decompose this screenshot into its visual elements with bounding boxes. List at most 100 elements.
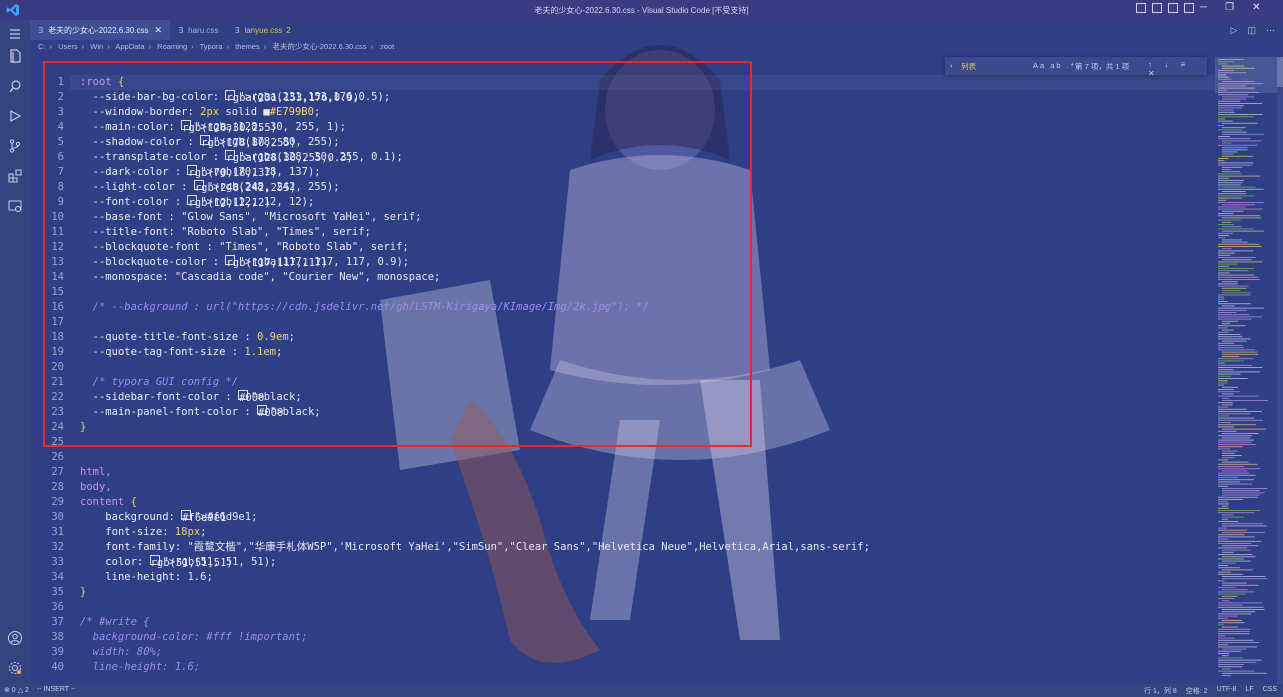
encoding-status[interactable]: UTF-8 (1217, 686, 1237, 696)
code-editor[interactable]: 1:root {2 --side-bar-bg-color: rgba(231,… (30, 57, 1215, 684)
line-number: 24 (51, 421, 64, 433)
breadcrumb-item[interactable]: Win (90, 42, 103, 51)
css-file-icon: ∃ (234, 25, 240, 35)
eol-status[interactable]: LF (1245, 686, 1253, 696)
tab-haru-css[interactable]: ∃ haru.css (170, 20, 226, 40)
find-navigation[interactable]: ↑ ↓ ≡ ✕ (1148, 60, 1207, 78)
close-tab-icon[interactable]: ✕ (155, 25, 163, 36)
toggle-replace-icon[interactable]: › (950, 61, 953, 70)
minimap-line (1218, 224, 1235, 225)
minimap-line (1218, 369, 1234, 371)
remote-explorer-icon[interactable] (7, 198, 23, 214)
current-line-highlight (70, 75, 1215, 90)
restore-button[interactable]: ❐ (1225, 2, 1234, 13)
problems-status[interactable]: ⊗ 0 △ 2 (4, 686, 29, 694)
breadcrumb-item[interactable]: Users (58, 42, 78, 51)
minimap-line (1218, 314, 1250, 316)
account-icon[interactable] (7, 630, 23, 646)
line-number: 3 (57, 106, 64, 118)
menu-icon[interactable] (7, 26, 23, 42)
split-editor-icon[interactable]: ◫ (1247, 25, 1256, 36)
toggle-secondary-sidebar-icon[interactable] (1168, 3, 1178, 13)
minimap-line (1218, 254, 1231, 256)
minimap-line (1222, 668, 1231, 670)
line-number: 2 (57, 91, 64, 103)
find-options[interactable]: Aa ab .* (1033, 61, 1076, 70)
source-control-icon[interactable] (7, 138, 23, 154)
minimap-line (1218, 362, 1225, 364)
explorer-icon[interactable] (7, 48, 23, 64)
layout-controls[interactable] (1136, 3, 1194, 13)
minimap[interactable] (1215, 57, 1277, 684)
language-mode-status[interactable]: CSS (1263, 686, 1277, 696)
minimap-line (1222, 545, 1259, 547)
tab-label: lanyue.css (244, 25, 283, 35)
code-text: font-size: 18px; (105, 526, 207, 538)
run-icon[interactable]: ▷ (1231, 25, 1238, 36)
settings-gear-icon[interactable] (7, 660, 23, 676)
minimap-line (1218, 303, 1251, 305)
find-widget: › 列表 Aa ab .* 第 7 项，共 1 项 ↑ ↓ ≡ ✕ (945, 57, 1207, 78)
indentation-status[interactable]: 空格: 2 (1186, 686, 1208, 696)
minimap-line (1218, 591, 1255, 593)
minimize-button[interactable]: ─ (1200, 2, 1207, 13)
minimap-line (1218, 468, 1261, 470)
code-text: --quote-title-font-size : 0.9em; (92, 331, 295, 343)
minimap-line (1218, 639, 1254, 641)
minimap-line (1222, 428, 1266, 430)
close-button[interactable]: ✕ (1252, 2, 1260, 13)
minimap-line (1222, 290, 1241, 291)
breadcrumb-item[interactable]: :root (379, 42, 394, 51)
breadcrumb-item[interactable]: C: (38, 42, 46, 51)
minimap-viewport[interactable] (1215, 57, 1277, 93)
customize-layout-icon[interactable] (1184, 3, 1194, 13)
minimap-line (1222, 397, 1229, 399)
more-actions-icon[interactable]: ··· (1266, 25, 1275, 36)
breadcrumb-item[interactable]: AppData (115, 42, 144, 51)
breadcrumb-item[interactable]: Roaming (157, 42, 187, 51)
tab-laofu-css[interactable]: ∃ 老夫的少女心-2022.6.30.css ✕ (30, 20, 171, 40)
minimap-line (1218, 435, 1253, 437)
breadcrumb-item[interactable]: themes (235, 42, 260, 51)
toggle-sidebar-icon[interactable] (1136, 3, 1146, 13)
minimap-line (1218, 633, 1250, 635)
search-icon[interactable] (7, 78, 23, 94)
minimap-line (1218, 186, 1256, 188)
minimap-line (1222, 226, 1242, 228)
minimap-line (1222, 457, 1236, 459)
line-number: 32 (51, 541, 64, 553)
minimap-line (1218, 309, 1247, 311)
editor-tabs: ∃ 老夫的少女心-2022.6.30.css ✕ ∃ haru.css ∃ la… (30, 20, 1283, 40)
line-number: 29 (51, 496, 64, 508)
code-text: --dark-color : rgb(70,18,137)">rgb(70, 1… (92, 165, 321, 179)
minimap-line (1218, 270, 1249, 272)
minimap-line (1222, 356, 1240, 357)
minimap-line (1222, 166, 1243, 168)
minimap-line (1218, 661, 1257, 663)
toggle-panel-icon[interactable] (1152, 3, 1162, 13)
line-number: 37 (51, 616, 64, 628)
minimap-line (1218, 261, 1263, 263)
minimap-line (1222, 153, 1234, 155)
cursor-position-status[interactable]: 行 1，列 8 (1144, 686, 1177, 696)
run-debug-icon[interactable] (7, 108, 23, 124)
line-number: 15 (51, 286, 64, 298)
find-input[interactable]: 列表 (961, 61, 976, 72)
minimap-line (1222, 611, 1255, 613)
minimap-line (1222, 461, 1249, 463)
scrollbar-thumb[interactable] (1277, 57, 1283, 87)
minimap-line (1222, 404, 1233, 406)
vertical-scrollbar[interactable] (1277, 57, 1283, 684)
minimap-line (1218, 615, 1238, 617)
extensions-icon[interactable] (7, 168, 23, 184)
breadcrumb-item[interactable]: Typora (200, 42, 223, 51)
minimap-line (1218, 479, 1255, 481)
tab-lanyue-css[interactable]: ∃ lanyue.css 2 (226, 20, 298, 40)
minimap-line (1218, 199, 1227, 201)
minimap-line (1222, 576, 1266, 577)
minimap-line (1218, 617, 1229, 619)
line-number: 9 (57, 196, 64, 208)
minimap-line (1218, 318, 1252, 320)
minimap-line (1218, 402, 1234, 404)
breadcrumb-item[interactable]: 老夫的少女心-2022.6.30.css (272, 42, 366, 51)
